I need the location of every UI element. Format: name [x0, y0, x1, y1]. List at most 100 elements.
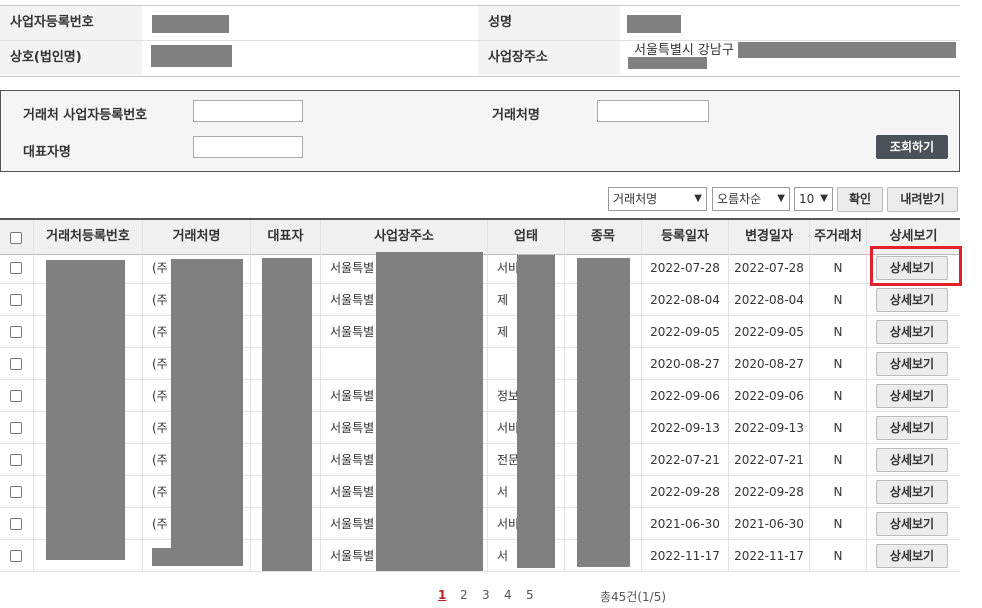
search-button[interactable]: 조회하기	[876, 135, 948, 159]
highlight-box	[870, 246, 962, 286]
redaction-mask	[46, 260, 125, 560]
download-button[interactable]: 내려받기	[887, 187, 958, 212]
confirm-button[interactable]: 확인	[837, 187, 883, 212]
header-business-type[interactable]: 업태	[488, 220, 564, 255]
header-business-item[interactable]: 종목	[565, 220, 641, 255]
cell-mod-date: 2022-09-06	[734, 389, 804, 403]
detail-button[interactable]: 상세보기	[876, 352, 948, 376]
detail-button[interactable]: 상세보기	[876, 512, 948, 536]
column-divider	[320, 220, 321, 572]
cell-main-client: N	[833, 421, 843, 435]
biz-no-label: 사업자등록번호	[0, 6, 142, 40]
chevron-down-icon: ▼	[694, 193, 702, 204]
client-name-input[interactable]	[597, 100, 709, 122]
client-name-label: 거래처명	[492, 108, 540, 123]
column-divider	[487, 220, 488, 572]
row-checkbox[interactable]	[10, 486, 22, 498]
header-main-client[interactable]: 주거래처	[810, 220, 866, 255]
detail-button[interactable]: 상세보기	[876, 416, 948, 440]
row-checkbox[interactable]	[10, 358, 22, 370]
column-divider	[142, 220, 143, 572]
sort-field-select[interactable]: 거래처명 ▼	[608, 187, 707, 211]
redaction-mask	[577, 258, 630, 567]
header-biz-no[interactable]: 거래처등록번호	[34, 220, 142, 255]
redaction-mask	[627, 15, 681, 33]
cell-reg-date: 2022-09-28	[650, 485, 720, 499]
cell-mod-date: 2022-11-17	[734, 549, 804, 563]
cell-reg-date: 2022-11-17	[650, 549, 720, 563]
row-checkbox[interactable]	[10, 262, 22, 274]
cell-reg-date: 2020-08-27	[650, 357, 720, 371]
header-address[interactable]: 사업장주소	[321, 220, 487, 255]
page-size-select[interactable]: 10 ▼	[794, 187, 833, 211]
page-size-value: 10	[799, 192, 815, 206]
header-reg-date[interactable]: 등록일자	[642, 220, 728, 255]
address-label: 사업장주소	[478, 41, 620, 75]
total-count: 총45건(1/5)	[600, 590, 667, 604]
header-client-name[interactable]: 거래처명	[143, 220, 250, 255]
client-biz-no-input[interactable]	[193, 100, 303, 122]
page-link[interactable]: 4	[504, 588, 512, 602]
cell-reg-date: 2021-06-30	[650, 517, 720, 531]
select-all-checkbox[interactable]	[10, 232, 22, 244]
redaction-mask	[171, 259, 243, 566]
sort-order-value: 오름차순	[717, 192, 762, 206]
redaction-mask	[517, 255, 555, 568]
header-representative[interactable]: 대표자	[251, 220, 320, 255]
redaction-mask	[151, 45, 232, 67]
redaction-mask	[376, 252, 483, 571]
search-panel	[0, 90, 960, 172]
cell-main-client: N	[833, 325, 843, 339]
row-checkbox[interactable]	[10, 550, 22, 562]
row-checkbox[interactable]	[10, 294, 22, 306]
header-mod-date[interactable]: 변경일자	[729, 220, 809, 255]
cell-reg-date: 2022-09-13	[650, 421, 720, 435]
column-divider	[33, 220, 34, 572]
cell-main-client: N	[833, 485, 843, 499]
redaction-mask	[262, 258, 312, 571]
page-link[interactable]: 5	[526, 588, 534, 602]
cell-mod-date: 2022-07-28	[734, 261, 804, 275]
detail-button[interactable]: 상세보기	[876, 480, 948, 504]
cell-main-client: N	[833, 389, 843, 403]
cell-main-client: N	[833, 261, 843, 275]
redaction-mask	[738, 42, 956, 58]
row-checkbox[interactable]	[10, 326, 22, 338]
cell-reg-date: 2022-09-06	[650, 389, 720, 403]
cell-reg-date: 2022-09-05	[650, 325, 720, 339]
taxpayer-info-table: 사업자등록번호 성명 상호(법인명) 사업장주소 서울특별시 강남구	[0, 5, 960, 77]
detail-button[interactable]: 상세보기	[876, 288, 948, 312]
chevron-down-icon: ▼	[820, 193, 828, 204]
company-label: 상호(법인명)	[0, 41, 142, 75]
rep-name-label: 대표자명	[23, 145, 71, 160]
cell-mod-date: 2022-09-13	[734, 421, 804, 435]
cell-reg-date: 2022-07-21	[650, 453, 720, 467]
info-row: 사업자등록번호 성명	[0, 6, 960, 41]
sort-field-value: 거래처명	[613, 192, 658, 206]
cell-reg-date: 2022-08-04	[650, 293, 720, 307]
detail-button[interactable]: 상세보기	[876, 320, 948, 344]
chevron-down-icon: ▼	[777, 193, 785, 204]
detail-button[interactable]: 상세보기	[876, 448, 948, 472]
page-link[interactable]: 3	[482, 588, 490, 602]
row-checkbox[interactable]	[10, 390, 22, 402]
detail-button[interactable]: 상세보기	[876, 544, 948, 568]
row-checkbox[interactable]	[10, 454, 22, 466]
cell-main-client: N	[833, 517, 843, 531]
column-divider	[250, 220, 251, 572]
page-link[interactable]: 1	[438, 588, 446, 602]
client-list-table: 거래처등록번호 거래처명 대표자 사업장주소 업태 종목 등록일자 변경일자 주…	[0, 218, 960, 255]
cell-mod-date: 2021-06-30	[734, 517, 804, 531]
header-checkbox-cell	[0, 220, 33, 255]
cell-main-client: N	[833, 293, 843, 307]
row-checkbox[interactable]	[10, 518, 22, 530]
cell-main-client: N	[833, 357, 843, 371]
rep-name-input[interactable]	[193, 136, 303, 158]
detail-button[interactable]: 상세보기	[876, 384, 948, 408]
column-divider	[866, 220, 867, 572]
name-label: 성명	[478, 6, 620, 40]
row-checkbox[interactable]	[10, 422, 22, 434]
page-link[interactable]: 2	[460, 588, 468, 602]
sort-order-select[interactable]: 오름차순 ▼	[712, 187, 790, 211]
redaction-mask	[152, 548, 172, 566]
